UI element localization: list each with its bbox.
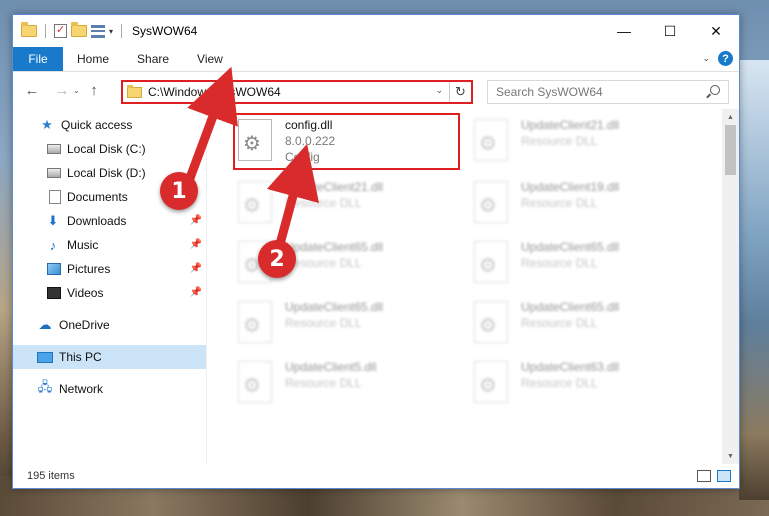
sidebar-item-downloads[interactable]: ⬇ Downloads 📌 <box>13 209 206 233</box>
address-bar[interactable]: C:\Windows\SysWOW64 ⌄ ↻ <box>121 80 473 104</box>
help-icon[interactable]: ? <box>718 51 733 66</box>
file-explorer-window: ▾ SysWOW64 — ☐ ✕ File Home Share View ⌄ … <box>12 14 740 489</box>
pin-icon[interactable]: 📌 <box>190 215 202 226</box>
up-arrow-icon[interactable]: ↑ <box>83 79 105 101</box>
search-input[interactable]: Search SysWOW64 <box>487 80 729 104</box>
large-icons-view-icon[interactable] <box>717 470 731 482</box>
tab-file[interactable]: File <box>13 47 63 71</box>
file-item[interactable]: ⚙ UpdateClient21.dll Resource DLL <box>235 177 461 231</box>
maximize-button[interactable]: ☐ <box>647 15 693 47</box>
videos-icon <box>47 287 61 299</box>
computer-icon <box>37 351 53 363</box>
view-options-icon[interactable] <box>91 24 105 38</box>
download-icon: ⬇ <box>47 213 59 228</box>
address-path: C:\Windows\SysWOW64 <box>148 85 281 99</box>
address-dropdown-icon[interactable]: ⌄ <box>435 85 443 96</box>
dll-file-icon: ⚙ <box>243 375 261 397</box>
main-content: ★ Quick access Local Disk (C:) Local Dis… <box>13 109 739 464</box>
status-bar: 195 items <box>13 464 739 488</box>
refresh-icon[interactable]: ↻ <box>449 82 471 102</box>
pin-icon[interactable]: 📌 <box>190 263 202 274</box>
sidebar-item-onedrive[interactable]: ☁ OneDrive <box>13 313 206 337</box>
window-title: SysWOW64 <box>132 24 198 38</box>
title-bar: ▾ SysWOW64 — ☐ ✕ <box>13 15 739 47</box>
tab-home[interactable]: Home <box>63 47 123 71</box>
highlight-box <box>233 113 460 170</box>
window-controls: — ☐ ✕ <box>601 15 739 47</box>
sidebar-item-quick-access[interactable]: ★ Quick access <box>13 113 206 137</box>
pin-icon[interactable]: 📌 <box>190 287 202 298</box>
file-item[interactable]: ⚙ UpdateClient63.dll Resource DLL <box>471 357 697 411</box>
sidebar-item-pictures[interactable]: Pictures 📌 <box>13 257 206 281</box>
details-view-icon[interactable] <box>697 470 711 482</box>
file-item[interactable]: ⚙ UpdateClient65.dll Resource DLL <box>471 297 697 351</box>
document-icon <box>49 190 61 204</box>
pin-icon[interactable]: 📌 <box>190 239 202 250</box>
tab-view[interactable]: View <box>183 47 237 71</box>
folder-icon <box>21 22 37 37</box>
dll-file-icon: ⚙ <box>479 375 497 397</box>
close-button[interactable]: ✕ <box>693 15 739 47</box>
scrollbar-thumb[interactable] <box>725 125 736 175</box>
star-icon: ★ <box>41 117 53 132</box>
minimize-button[interactable]: — <box>601 15 647 47</box>
sidebar-item-this-pc[interactable]: This PC <box>13 345 206 369</box>
search-icon <box>710 85 720 95</box>
pictures-icon <box>47 263 61 275</box>
sidebar-item-network[interactable]: 🖧 Network <box>13 377 206 401</box>
cloud-icon: ☁ <box>38 317 52 332</box>
ribbon-tabs: File Home Share View ⌄ ? <box>13 47 739 72</box>
item-count: 195 items <box>27 470 75 482</box>
quick-access-toolbar: ▾ <box>13 15 126 47</box>
search-placeholder: Search SysWOW64 <box>496 85 603 99</box>
folder-icon <box>127 84 142 98</box>
sidebar-item-videos[interactable]: Videos 📌 <box>13 281 206 305</box>
disk-icon <box>47 168 61 178</box>
dll-file-icon: ⚙ <box>479 255 497 277</box>
expand-ribbon-icon[interactable]: ⌄ <box>702 53 710 64</box>
dll-file-icon: ⚙ <box>479 133 497 155</box>
scroll-up-icon[interactable]: ▲ <box>722 109 739 125</box>
scroll-down-icon[interactable]: ▼ <box>722 448 739 464</box>
properties-icon[interactable] <box>54 23 67 38</box>
recent-locations-icon[interactable]: ⌄ <box>73 86 83 95</box>
back-arrow-icon[interactable]: ← <box>21 79 43 101</box>
file-item[interactable]: ⚙ UpdateClient19.dll Resource DLL <box>471 177 697 231</box>
file-item[interactable]: ⚙ UpdateClient65.dll Resource DLL <box>235 297 461 351</box>
customize-toolbar-icon[interactable]: ▾ <box>109 27 113 36</box>
sidebar-item-music[interactable]: ♪ Music 📌 <box>13 233 206 257</box>
step-1-badge: 1 <box>160 172 198 210</box>
vertical-scrollbar[interactable]: ▲ ▼ <box>722 109 739 464</box>
step-2-badge: 2 <box>258 240 296 278</box>
music-icon: ♪ <box>49 237 57 253</box>
sidebar-item-local-disk-c[interactable]: Local Disk (C:) <box>13 137 206 161</box>
dll-file-icon: ⚙ <box>243 315 261 337</box>
network-icon: 🖧 <box>37 379 53 394</box>
file-list: ⚙ config.dll 8.0.0.222 Config ⚙ UpdateCl… <box>207 109 739 464</box>
navigation-bar: ← → ⌄ ↑ C:\Windows\SysWOW64 ⌄ ↻ Search S… <box>13 72 739 108</box>
new-folder-icon[interactable] <box>71 22 87 37</box>
forward-arrow-icon[interactable]: → <box>51 79 73 101</box>
dll-file-icon: ⚙ <box>479 195 497 217</box>
file-item[interactable]: ⚙ UpdateClient65.dll Resource DLL <box>471 237 697 291</box>
dll-file-icon: ⚙ <box>479 315 497 337</box>
file-item[interactable]: ⚙ UpdateClient21.dll Resource DLL <box>471 115 697 169</box>
tab-share[interactable]: Share <box>123 47 183 71</box>
desktop-background-edge <box>739 60 769 500</box>
file-item[interactable]: ⚙ UpdateClient5.dll Resource DLL <box>235 357 461 411</box>
dll-file-icon: ⚙ <box>243 195 261 217</box>
disk-icon <box>47 144 61 154</box>
navigation-pane: ★ Quick access Local Disk (C:) Local Dis… <box>13 109 207 464</box>
